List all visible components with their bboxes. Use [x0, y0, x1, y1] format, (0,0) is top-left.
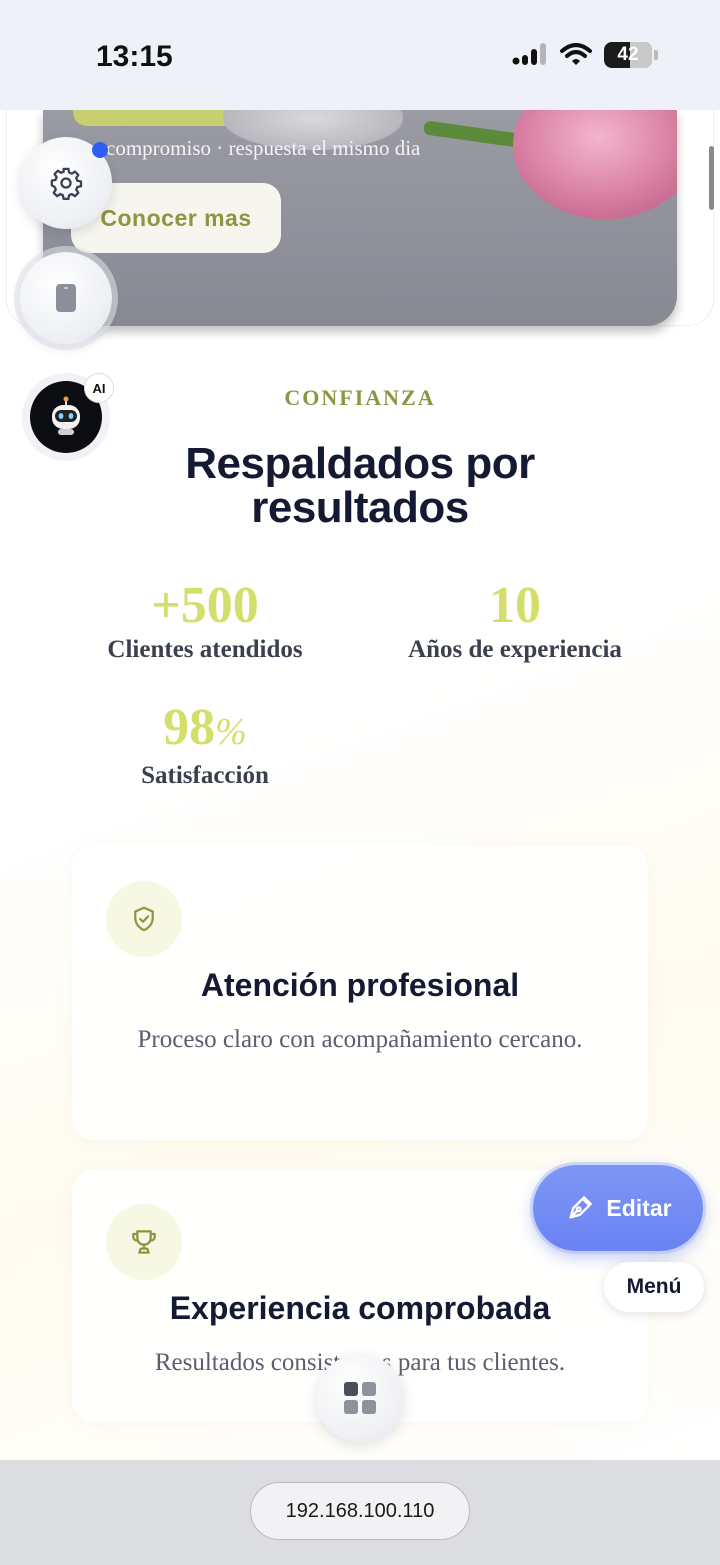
stat-label: Clientes atendidos	[107, 636, 303, 663]
stat-label: Años de experiencia	[408, 636, 622, 663]
card-icon-badge	[106, 1204, 182, 1280]
notification-dot	[92, 142, 108, 158]
stat-value: +500	[151, 577, 259, 634]
battery-icon: 42	[604, 42, 652, 68]
hero-banner: compromiso · respuesta el mismo dia Cono…	[43, 110, 677, 326]
card-title: Experiencia comprobada	[169, 1290, 551, 1326]
status-bar: 13:15 42	[0, 0, 720, 110]
ai-badge: AI	[84, 373, 114, 403]
stat-clientes: +500 Clientes atendidos	[80, 578, 330, 664]
mobile-device-icon	[56, 284, 76, 312]
address-bar[interactable]: 192.168.100.110	[250, 1482, 470, 1540]
headline-line-1: Respaldados por	[185, 439, 535, 488]
pen-nib-icon	[569, 1196, 593, 1219]
section-headline: Respaldados por resultados	[0, 442, 720, 530]
status-icons: 42	[512, 42, 658, 68]
cellular-signal-icon	[512, 43, 546, 65]
status-time: 13:15	[96, 40, 173, 73]
apps-grid-button[interactable]	[316, 1354, 404, 1442]
stat-label: Satisfacción	[141, 762, 269, 789]
hero-note: compromiso · respuesta el mismo dia	[106, 136, 421, 160]
device-preview-button[interactable]	[20, 252, 112, 344]
headline-line-2: resultados	[251, 483, 469, 532]
card-icon-badge	[106, 881, 182, 957]
shield-check-icon	[134, 906, 154, 932]
robot-icon	[52, 396, 80, 435]
scroll-indicator[interactable]	[709, 146, 714, 210]
menu-button[interactable]: Menú	[604, 1262, 704, 1312]
stat-value: 98%	[80, 700, 330, 760]
stat-number: 98	[163, 699, 216, 756]
hero-tulip-image	[513, 110, 677, 220]
gear-icon	[50, 167, 83, 200]
feature-card-atencion: Atención profesional Proceso claro con a…	[72, 845, 648, 1140]
trophy-icon	[132, 1230, 156, 1254]
stat-suffix: %	[215, 711, 247, 753]
card-title: Atención profesional	[200, 967, 520, 1003]
stat-value: 10	[489, 577, 541, 634]
editar-label: Editar	[606, 1194, 672, 1221]
card-text: Proceso claro con acompañamiento cercano…	[137, 1026, 583, 1053]
battery-level: 42	[617, 44, 639, 65]
stat-satisfaccion: 98% Satisfacción	[80, 700, 330, 790]
stat-anos: 10 Años de experiencia	[385, 578, 645, 664]
battery-indicator: 42	[604, 42, 658, 68]
browser-bottom-bar: 192.168.100.110	[0, 1460, 720, 1565]
wifi-icon	[560, 43, 592, 65]
grid-icon	[344, 1382, 358, 1396]
editar-button[interactable]: Editar	[533, 1165, 703, 1251]
